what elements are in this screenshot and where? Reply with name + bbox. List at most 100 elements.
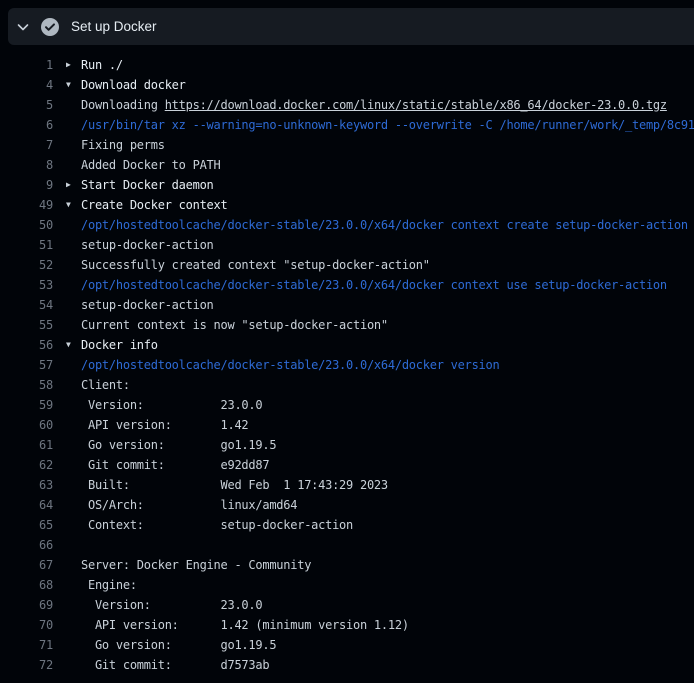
- gutter: [53, 595, 81, 615]
- log-line: 69 Version: 23.0.0: [0, 595, 694, 615]
- group-title: Create Docker context: [81, 195, 227, 215]
- step-header[interactable]: Set up Docker: [8, 8, 694, 45]
- log-text: Git commit: e92dd87: [81, 455, 269, 475]
- gutter: [53, 455, 81, 475]
- line-number[interactable]: 52: [0, 255, 53, 275]
- log-command-text: /opt/hostedtoolcache/docker-stable/23.0.…: [81, 215, 694, 235]
- line-number[interactable]: 7: [0, 135, 53, 155]
- log-container: 1▶Run ./4▼Download docker5Downloading ht…: [0, 45, 694, 683]
- gutter: [53, 235, 81, 255]
- log-text: Go version: go1.19.5: [81, 435, 276, 455]
- line-number[interactable]: 61: [0, 435, 53, 455]
- gutter: [53, 495, 81, 515]
- log-text: Fixing perms: [81, 135, 165, 155]
- log-text: Successfully created context "setup-dock…: [81, 255, 430, 275]
- log-line: 68 Engine:: [0, 575, 694, 595]
- log-text: Current context is now "setup-docker-act…: [81, 315, 388, 335]
- log-command-text: /opt/hostedtoolcache/docker-stable/23.0.…: [81, 275, 667, 295]
- gutter: [53, 95, 81, 115]
- line-number[interactable]: 54: [0, 295, 53, 315]
- gutter: [53, 635, 81, 655]
- line-number[interactable]: 1: [0, 55, 53, 75]
- log-group-line[interactable]: 9▶Start Docker daemon: [0, 175, 694, 195]
- line-number[interactable]: 68: [0, 575, 53, 595]
- gutter: [53, 215, 81, 235]
- line-number[interactable]: 50: [0, 215, 53, 235]
- group-expanded-arrow-icon[interactable]: ▼: [53, 75, 81, 95]
- line-number[interactable]: 66: [0, 535, 53, 555]
- log-text: Added Docker to PATH: [81, 155, 221, 175]
- chevron-down-icon[interactable]: [15, 19, 31, 35]
- log-text: Version: 23.0.0: [81, 595, 262, 615]
- line-number[interactable]: 9: [0, 175, 53, 195]
- log-text: Built: Wed Feb 1 17:43:29 2023: [81, 475, 388, 495]
- log-line: 8 Added Docker to PATH: [0, 155, 694, 175]
- log-text: setup-docker-action: [81, 235, 214, 255]
- check-circle-icon: [40, 17, 60, 37]
- gutter: [53, 115, 81, 135]
- log-text: Go version: go1.19.5: [81, 635, 276, 655]
- log-text: setup-docker-action: [81, 295, 214, 315]
- log-text: OS/Arch: linux/amd64: [81, 495, 297, 515]
- log-line: 65 Context: setup-docker-action: [0, 515, 694, 535]
- log-line: 59 Version: 23.0.0: [0, 395, 694, 415]
- log-text: Downloading: [81, 95, 165, 115]
- line-number[interactable]: 59: [0, 395, 53, 415]
- gutter: [53, 155, 81, 175]
- log-group-line[interactable]: 49▼Create Docker context: [0, 195, 694, 215]
- gutter: [53, 515, 81, 535]
- gutter: [53, 415, 81, 435]
- group-expanded-arrow-icon[interactable]: ▼: [53, 335, 81, 355]
- line-number[interactable]: 55: [0, 315, 53, 335]
- log-line: 54 setup-docker-action: [0, 295, 694, 315]
- gutter: [53, 395, 81, 415]
- log-group-line[interactable]: 56▼Docker info: [0, 335, 694, 355]
- log-line: 60 API version: 1.42: [0, 415, 694, 435]
- line-number[interactable]: 49: [0, 195, 53, 215]
- line-number[interactable]: 69: [0, 595, 53, 615]
- log-group-line[interactable]: 1▶Run ./: [0, 55, 694, 75]
- log-line: 70 API version: 1.42 (minimum version 1.…: [0, 615, 694, 635]
- group-expanded-arrow-icon[interactable]: ▼: [53, 195, 81, 215]
- line-number[interactable]: 65: [0, 515, 53, 535]
- group-collapsed-arrow-icon[interactable]: ▶: [53, 175, 81, 195]
- gutter: [53, 375, 81, 395]
- log-line: 51 setup-docker-action: [0, 235, 694, 255]
- log-line: 57/opt/hostedtoolcache/docker-stable/23.…: [0, 355, 694, 375]
- line-number[interactable]: 62: [0, 455, 53, 475]
- line-number[interactable]: 70: [0, 615, 53, 635]
- line-number[interactable]: 51: [0, 235, 53, 255]
- line-number[interactable]: 53: [0, 275, 53, 295]
- log-line: 61 Go version: go1.19.5: [0, 435, 694, 455]
- group-title: Download docker: [81, 75, 186, 95]
- group-collapsed-arrow-icon[interactable]: ▶: [53, 55, 81, 75]
- gutter: [53, 275, 81, 295]
- log-group-line[interactable]: 4▼Download docker: [0, 75, 694, 95]
- gutter: [53, 475, 81, 495]
- line-number[interactable]: 64: [0, 495, 53, 515]
- line-number[interactable]: 71: [0, 635, 53, 655]
- log-url-link[interactable]: https://download.docker.com/linux/static…: [165, 95, 667, 115]
- actions-log-viewer: Set up Docker 1▶Run ./4▼Download docker5…: [0, 0, 694, 683]
- log-command-text: /usr/bin/tar xz --warning=no-unknown-key…: [81, 115, 694, 135]
- line-number[interactable]: 60: [0, 415, 53, 435]
- line-number[interactable]: 5: [0, 95, 53, 115]
- line-number[interactable]: 63: [0, 475, 53, 495]
- step-title: Set up Docker: [71, 19, 157, 34]
- log-line: 7 Fixing perms: [0, 135, 694, 155]
- gutter: [53, 435, 81, 455]
- line-number[interactable]: 72: [0, 655, 53, 675]
- log-line: 5 Downloading https://download.docker.com…: [0, 95, 694, 115]
- log-line: 52 Successfully created context "setup-do…: [0, 255, 694, 275]
- line-number[interactable]: 57: [0, 355, 53, 375]
- line-number[interactable]: 56: [0, 335, 53, 355]
- log-line: 64 OS/Arch: linux/amd64: [0, 495, 694, 515]
- line-number[interactable]: 8: [0, 155, 53, 175]
- line-number[interactable]: 6: [0, 115, 53, 135]
- gutter: [53, 535, 81, 555]
- line-number[interactable]: 67: [0, 555, 53, 575]
- line-number[interactable]: 58: [0, 375, 53, 395]
- log-text: API version: 1.42: [81, 415, 248, 435]
- group-title: Start Docker daemon: [81, 175, 214, 195]
- line-number[interactable]: 4: [0, 75, 53, 95]
